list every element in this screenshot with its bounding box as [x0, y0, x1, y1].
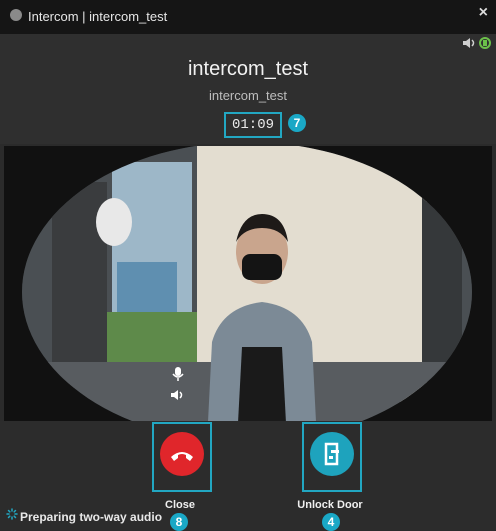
header-icons	[462, 36, 492, 49]
timer-badge: 7	[288, 114, 306, 132]
unlock-door-label: Unlock Door	[297, 499, 363, 511]
hangup-circle[interactable]	[160, 432, 204, 476]
unlock-badge: 4	[322, 513, 340, 531]
title-bar: Intercom | intercom_test ×	[0, 0, 496, 34]
window-title: Intercom | intercom_test	[28, 9, 168, 24]
call-timer: 01:09	[224, 112, 282, 138]
video-feed	[4, 146, 492, 421]
door-unlock-icon	[324, 442, 339, 466]
close-call-button[interactable]	[152, 422, 212, 492]
device-subname: intercom_test	[208, 88, 288, 103]
volume-icon[interactable]	[170, 388, 186, 402]
unlock-door-button[interactable]	[302, 422, 362, 492]
loading-spinner-icon	[6, 508, 18, 520]
window-close-button[interactable]: ×	[479, 4, 488, 22]
hangup-icon	[171, 452, 193, 461]
speaker-icon[interactable]	[462, 36, 476, 48]
close-badge: 8	[170, 513, 188, 531]
unlock-circle[interactable]	[310, 432, 354, 476]
device-name: intercom_test	[187, 58, 309, 80]
app-icon	[10, 9, 22, 21]
video-side-icons	[170, 366, 190, 402]
microphone-icon[interactable]	[170, 366, 186, 382]
camera-scene	[22, 146, 472, 421]
status-text: Preparing two-way audio	[20, 510, 163, 524]
fisheye-view	[22, 146, 472, 421]
mic-status-icon[interactable]	[478, 36, 492, 49]
